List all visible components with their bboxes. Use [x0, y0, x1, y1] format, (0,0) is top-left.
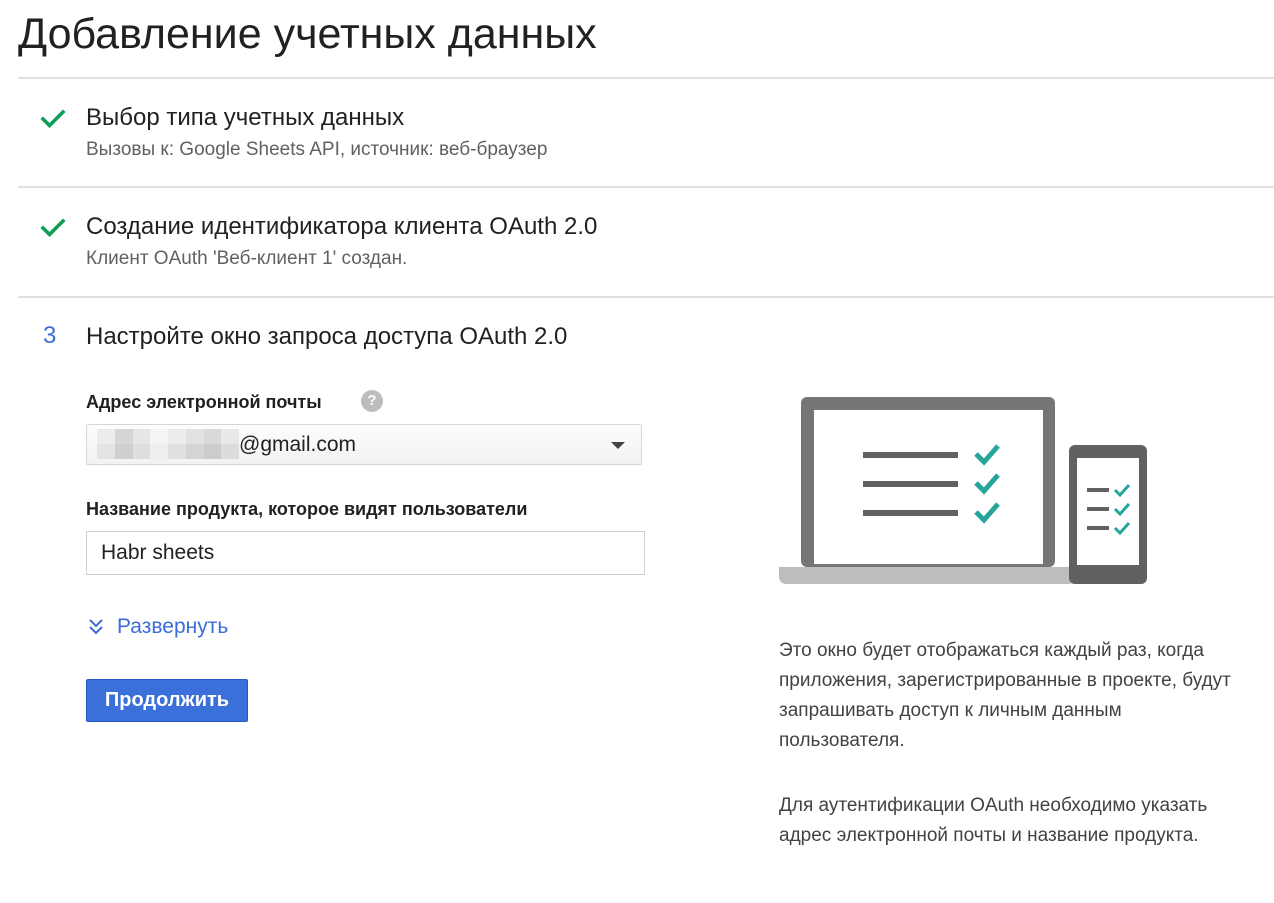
divider [18, 296, 1274, 298]
email-select[interactable]: @gmail.com [86, 424, 642, 465]
check-icon [38, 104, 68, 134]
redacted-email-prefix [97, 429, 239, 459]
divider [18, 186, 1274, 188]
continue-button[interactable]: Продолжить [86, 679, 248, 722]
step-number: 3 [43, 322, 57, 349]
email-select-value: @gmail.com [239, 433, 357, 456]
step-title: Создание идентификатора клиента OAuth 2.… [86, 213, 598, 240]
page-title: Добавление учетных данных [18, 10, 597, 58]
step-title: Настройте окно запроса доступа OAuth 2.0 [86, 323, 568, 350]
check-icon [38, 213, 68, 243]
dropdown-arrow-icon [611, 442, 625, 449]
divider [18, 77, 1274, 79]
oauth-requirement-note: Для аутентификации OAuth необходимо указ… [779, 795, 1208, 846]
product-name-input[interactable] [86, 531, 645, 575]
step-title: Выбор типа учетных данных [86, 104, 405, 131]
consent-screen-description: Это окно будет отображаться каждый раз, … [779, 640, 1231, 751]
expand-label: Развернуть [117, 615, 229, 638]
double-chevron-down-icon [89, 619, 103, 635]
step-subtitle: Вызовы к: Google Sheets API, источник: в… [86, 139, 548, 160]
step-subtitle: Клиент OAuth 'Веб-клиент 1' создан. [86, 248, 408, 269]
help-icon[interactable]: ? [361, 390, 383, 412]
devices-illustration [779, 396, 1149, 591]
product-name-label: Название продукта, которое видят пользов… [86, 499, 528, 519]
expand-link[interactable]: Развернуть [88, 613, 228, 641]
email-label: Адрес электронной почты [86, 392, 322, 412]
